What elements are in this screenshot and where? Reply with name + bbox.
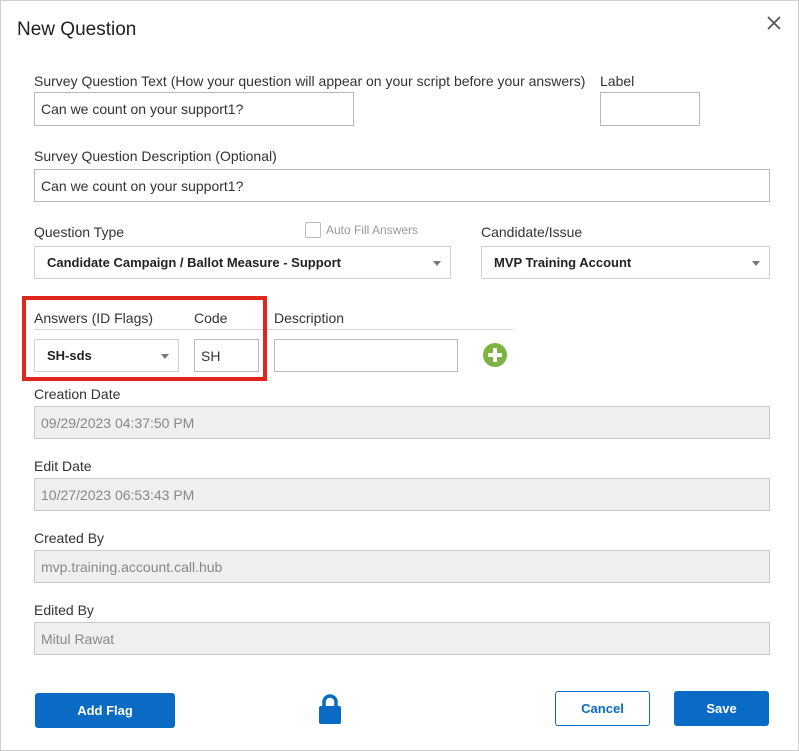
question-type-select[interactable]: Candidate Campaign / Ballot Measure - Su… <box>34 246 451 279</box>
created-by-label: Created By <box>34 530 105 546</box>
description-input[interactable]: Can we count on your support1? <box>34 169 770 202</box>
new-question-dialog: New Question Survey Question Text (How y… <box>0 0 799 751</box>
question-type-label: Question Type <box>34 224 125 240</box>
edited-by-label: Edited By <box>34 602 94 618</box>
cancel-button[interactable]: Cancel <box>555 691 650 726</box>
save-button[interactable]: Save <box>674 691 769 726</box>
chevron-down-icon <box>752 260 760 266</box>
edit-date-label: Edit Date <box>34 458 92 474</box>
lock-icon[interactable] <box>317 693 343 725</box>
question-text-input[interactable]: Can we count on your support1? <box>34 92 354 126</box>
edited-by-field: Mitul Rawat <box>34 622 770 655</box>
question-text-label: Survey Question Text (How your question … <box>34 73 586 89</box>
candidate-issue-label: Candidate/Issue <box>481 224 583 240</box>
answer-description-input[interactable] <box>274 339 458 372</box>
add-flag-button[interactable]: Add Flag <box>35 693 175 728</box>
chevron-down-icon <box>433 260 441 266</box>
close-icon[interactable] <box>764 13 784 33</box>
auto-fill-label: Auto Fill Answers <box>326 223 419 237</box>
description-label: Survey Question Description (Optional) <box>34 148 277 164</box>
candidate-issue-value: MVP Training Account <box>494 255 632 270</box>
candidate-issue-select[interactable]: MVP Training Account <box>481 246 770 279</box>
answer-description-label: Description <box>274 310 345 326</box>
add-answer-icon[interactable] <box>483 343 507 367</box>
label-field-label: Label <box>600 73 635 89</box>
question-type-value: Candidate Campaign / Ballot Measure - Su… <box>47 255 341 270</box>
auto-fill-checkbox[interactable] <box>305 222 321 238</box>
edit-date-field: 10/27/2023 06:53:43 PM <box>34 478 770 511</box>
label-input[interactable] <box>600 92 700 126</box>
highlight-box <box>22 296 267 381</box>
dialog-title: New Question <box>17 19 137 40</box>
creation-date-label: Creation Date <box>34 386 121 402</box>
creation-date-field: 09/29/2023 04:37:50 PM <box>34 406 770 439</box>
created-by-field: mvp.training.account.call.hub <box>34 550 770 583</box>
